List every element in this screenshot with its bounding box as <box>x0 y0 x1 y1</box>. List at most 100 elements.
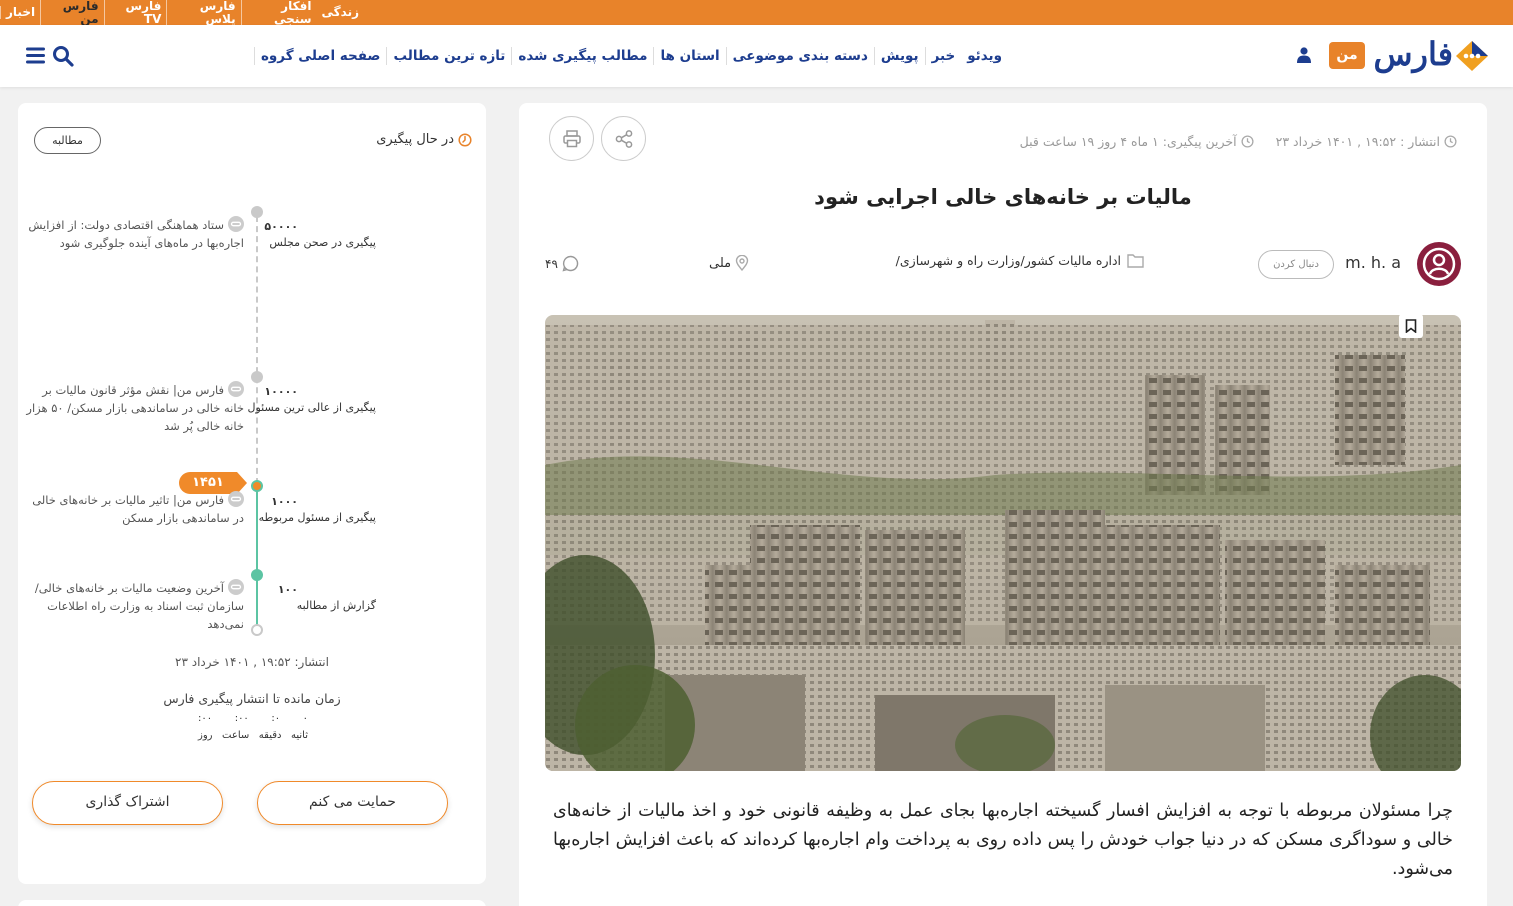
countdown-title: زمان مانده تا انتشار پیگیری فارس <box>163 691 341 706</box>
author-avatar[interactable] <box>1417 242 1461 286</box>
nav-news[interactable]: خبر <box>924 47 962 65</box>
link-icon <box>228 216 244 232</box>
nav-followed[interactable]: مطالب پیگیری شده <box>511 47 653 65</box>
clock-icon <box>1444 135 1457 148</box>
countdown-minutes: ۰: <box>271 713 281 724</box>
link-icon <box>228 491 244 507</box>
countdown-label: ساعت <box>222 730 250 741</box>
share-button[interactable]: اشتراک گذاری <box>32 781 223 825</box>
comments-count[interactable]: ۴۹ <box>545 255 579 272</box>
share-icon <box>615 129 632 148</box>
sidebar-card-next <box>18 900 486 906</box>
folder-icon <box>1127 254 1144 268</box>
cityscape-image <box>545 315 1461 771</box>
timeline-dot <box>251 206 263 218</box>
nav-campaign[interactable]: پویش <box>873 47 925 65</box>
support-button[interactable]: حمایت می کنم <box>257 781 448 825</box>
step-news-text: ستاد هماهنگی اقتصادی دولت: از افزایش اجا… <box>28 218 244 250</box>
article-card: انتشار : ۱۹:۵۲ , ۱۴۰۱ خرداد ۲۳ آخرین پیگ… <box>519 103 1487 906</box>
comment-bubble-icon <box>562 255 579 272</box>
header: فارس من صفحه اصلی گروه تازه ترین مطالب م… <box>0 25 1513 87</box>
step-label: پیگیری در صحن مجلس <box>269 236 376 249</box>
step-threshold: ۱۰۰ <box>277 583 298 596</box>
step-threshold: ۵۰۰۰۰ <box>264 220 298 233</box>
article-lead: چرا مسئولان مربوطه با توجه به افزایش افس… <box>553 801 1453 879</box>
countdown-seconds: ۰ <box>302 713 308 724</box>
status-text: در حال پیگیری <box>376 132 454 147</box>
top-link-fars-man[interactable]: فارس من <box>40 0 103 26</box>
logo-dots-icon <box>1456 41 1488 71</box>
top-bar: اخبار فارس من فارس TV فارس پلاس افکار سن… <box>0 0 1513 26</box>
link-icon <box>228 381 244 397</box>
location-text: ملی <box>709 255 732 271</box>
category-text: اداره مالیات کشور/وزارت راه و شهرسازی/ <box>895 253 1121 268</box>
author-row: m. h. a دنبال کردن اداره مالیات کشور/وزا… <box>519 241 1487 291</box>
main-nav: صفحه اصلی گروه تازه ترین مطالب مطالب پیگ… <box>253 25 1008 87</box>
countdown-label: ثانیه <box>291 730 308 741</box>
step-news-text: فارس من| نقش مؤثر قانون مالیات بر خانه خ… <box>26 383 244 433</box>
step-news-text: فارس من| تاثیر مالیات بر خانه‌های خالی د… <box>32 493 244 525</box>
last-followup: آخرین پیگیری: ۱ ماه ۴ روز ۱۹ ساعت قبل <box>1019 134 1237 149</box>
nav-home[interactable]: صفحه اصلی گروه <box>253 47 387 65</box>
article-location: ملی <box>709 255 749 271</box>
share-circle-button[interactable] <box>601 116 646 161</box>
fars-man-badge[interactable]: من <box>1329 42 1365 69</box>
step-label: پیگیری از عالی ترین مسئول <box>247 401 376 414</box>
article-category[interactable]: اداره مالیات کشور/وزارت راه و شهرسازی/ <box>896 253 1144 268</box>
top-link-fars-plus[interactable]: فارس پلاس <box>166 0 240 26</box>
nav-categories[interactable]: دسته بندی موضوعی <box>725 47 874 65</box>
timeline-dot-end <box>251 624 263 636</box>
article-title: مالیات بر خانه‌های خالی اجرایی شود <box>814 185 1192 209</box>
countdown-hours: ۰۰: <box>234 713 249 724</box>
printer-icon <box>562 129 581 147</box>
logo-text: فارس <box>1373 35 1453 73</box>
step-threshold: ۱۰۰۰ <box>271 495 298 508</box>
bookmark-button[interactable] <box>1399 314 1423 338</box>
step-news-text: آخرین وضعیت مالیات بر خانه‌های خالی/ ساز… <box>34 581 244 631</box>
location-pin-icon <box>735 255 749 271</box>
countdown-timer: ۰۰: ۰۰: ۰: ۰ روز ساعت دقیقه ثانیه <box>198 713 308 741</box>
fars-logo[interactable]: فارس <box>1373 35 1491 74</box>
top-link-polls[interactable]: افکار سنجی <box>240 0 317 26</box>
countdown-label: روز <box>198 730 213 741</box>
hamburger-menu-icon[interactable] <box>26 47 45 64</box>
top-link-news[interactable]: اخبار <box>0 6 40 19</box>
step-news-link[interactable]: ستاد هماهنگی اقتصادی دولت: از افزایش اجا… <box>22 216 244 252</box>
avatar-icon <box>1422 247 1456 281</box>
comments-number: ۴۹ <box>545 256 558 271</box>
timeline-dot <box>251 371 263 383</box>
type-badge[interactable]: مطالبه <box>34 127 101 154</box>
timeline-dot-current <box>251 480 263 492</box>
nav-latest[interactable]: تازه ترین مطالب <box>386 47 511 65</box>
sidebar-publish-date: انتشار: ۱۹:۵۲ , ۱۴۰۱ خرداد ۲۳ <box>175 655 329 669</box>
publish-date: انتشار : ۱۹:۵۲ , ۱۴۰۱ خرداد ۲۳ <box>1275 134 1440 149</box>
search-icon[interactable] <box>52 45 74 67</box>
timeline-dot <box>251 569 263 581</box>
timeline-line-pending <box>256 216 258 484</box>
step-label: گزارش از مطالبه <box>296 599 376 612</box>
step-label: پیگیری از مسئول مربوطه <box>258 511 376 524</box>
user-icon[interactable] <box>1297 47 1311 63</box>
step-news-link[interactable]: فارس من| تاثیر مالیات بر خانه‌های خالی د… <box>22 491 244 527</box>
clock-icon <box>458 132 472 147</box>
countdown-label: دقیقه <box>258 730 282 741</box>
article-meta: انتشار : ۱۹:۵۲ , ۱۴۰۱ خرداد ۲۳ آخرین پیگ… <box>1020 134 1457 149</box>
countdown-days: ۰۰: <box>198 713 213 724</box>
author-name[interactable]: m. h. a <box>1345 253 1401 272</box>
followup-sidebar: در حال پیگیری مطالبه ۱۴۵۱ ۵۰۰۰۰ پیگیری د… <box>18 103 486 884</box>
print-button[interactable] <box>549 116 594 161</box>
article-image[interactable] <box>545 315 1461 771</box>
top-link-life[interactable]: زندگی <box>317 6 364 19</box>
followup-status: در حال پیگیری <box>376 132 472 147</box>
step-news-link[interactable]: آخرین وضعیت مالیات بر خانه‌های خالی/ ساز… <box>22 579 244 633</box>
bookmark-icon <box>1405 319 1417 333</box>
step-news-link[interactable]: فارس من| نقش مؤثر قانون مالیات بر خانه خ… <box>22 381 244 435</box>
link-icon <box>228 579 244 595</box>
nav-provinces[interactable]: استان ها <box>653 47 725 65</box>
clock-icon <box>1241 135 1254 148</box>
step-threshold: ۱۰۰۰۰ <box>264 385 298 398</box>
nav-video[interactable]: ویدئو <box>961 47 1008 65</box>
follow-button[interactable]: دنبال کردن <box>1258 250 1334 279</box>
top-link-fars-tv[interactable]: فارس TV <box>103 0 167 26</box>
top-links: اخبار فارس من فارس TV فارس پلاس افکار سن… <box>0 0 364 26</box>
